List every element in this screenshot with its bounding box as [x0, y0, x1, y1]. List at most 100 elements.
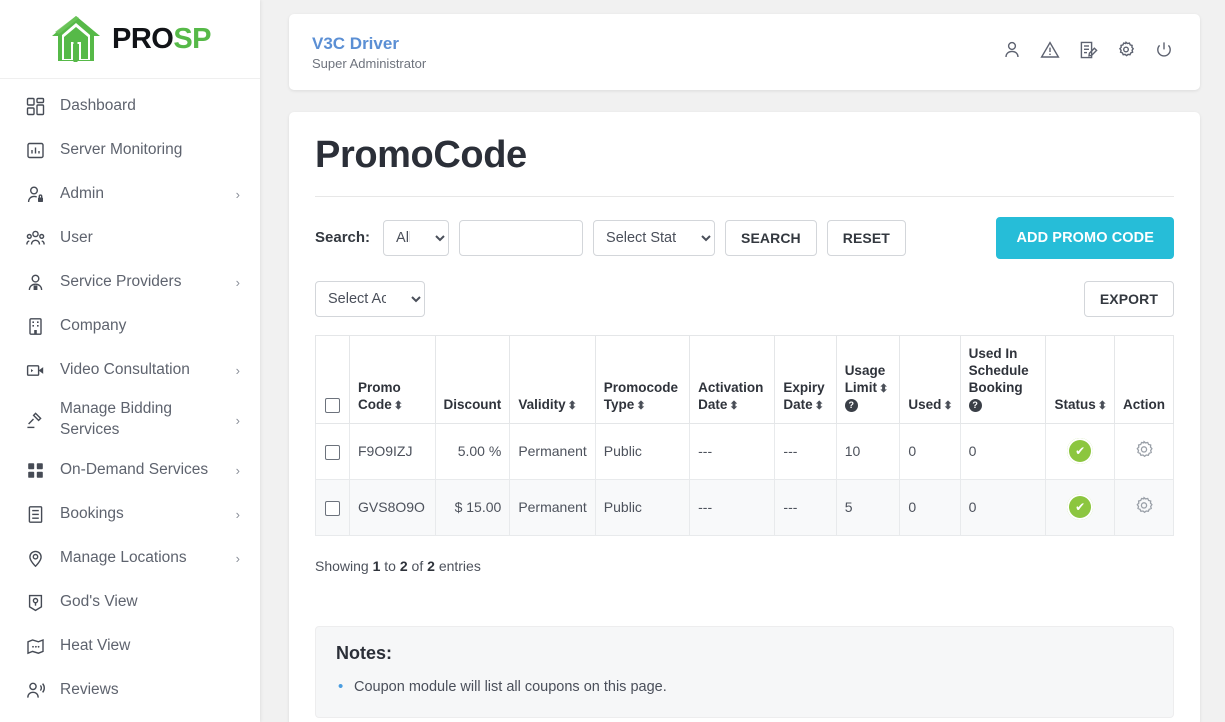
add-promo-code-button[interactable]: ADD PROMO CODE — [996, 216, 1174, 259]
page-title: PromoCode — [315, 135, 1174, 197]
sidebar-item-video-consultation[interactable]: Video Consultation › — [0, 348, 260, 392]
warning-triangle-icon[interactable] — [1040, 40, 1060, 65]
showing-suffix: entries — [438, 557, 481, 574]
col-label: Used In Schedule Booking — [968, 346, 1029, 396]
sidebar-nav: Dashboard Server Monitoring Admin › User… — [0, 79, 260, 712]
cell-validity: Permanent — [509, 478, 596, 536]
showing-to: 2 — [399, 557, 408, 574]
col-status[interactable]: Status ⬍ — [1045, 334, 1115, 424]
status-badge[interactable]: ✔ — [1067, 438, 1094, 465]
export-button[interactable]: EXPORT — [1083, 280, 1174, 317]
cell-used: 0 — [899, 478, 961, 536]
map-location-icon — [26, 593, 52, 612]
topbar-icons — [1002, 40, 1174, 65]
row-select-cell — [315, 478, 350, 536]
sidebar-item-label: Service Providers — [60, 272, 182, 290]
row-settings-gear-icon[interactable] — [1133, 495, 1155, 520]
col-expiry-date[interactable]: Expiry Date ⬍ — [774, 334, 837, 424]
cell-promo-code: F9O9IZJ — [349, 422, 436, 480]
grid-dashboard-icon — [26, 97, 52, 116]
sort-icon[interactable]: ⬍ — [392, 400, 403, 412]
showing-of-word: of — [411, 557, 424, 574]
cell-used-in-schedule-booking: 0 — [959, 478, 1047, 536]
cell-expiry-date: --- — [774, 478, 837, 536]
main-content: V3C Driver Super Administrator PromoCode… — [260, 0, 1225, 722]
col-activation-date[interactable]: Activation Date ⬍ — [689, 334, 776, 424]
edit-document-icon[interactable] — [1078, 40, 1098, 65]
help-icon[interactable]: ? — [968, 398, 982, 412]
sort-icon[interactable]: ⬍ — [1096, 400, 1107, 412]
row-checkbox[interactable] — [325, 444, 340, 460]
search-field-select[interactable]: All — [383, 219, 450, 256]
row-checkbox[interactable] — [325, 500, 340, 516]
showing-from: 1 — [372, 557, 381, 574]
action-row: Select Action EXPORT — [315, 280, 1174, 317]
search-button[interactable]: SEARCH — [725, 219, 817, 256]
sidebar-item-service-providers[interactable]: Service Providers › — [0, 260, 260, 304]
pagination-summary: Showing 1 to 2 of 2 entries — [315, 558, 1174, 574]
notes-title: Notes: — [336, 642, 393, 663]
cell-expiry-date: --- — [774, 422, 837, 480]
col-usage-limit[interactable]: Usage Limit ⬍ ? — [835, 334, 901, 424]
gavel-icon — [26, 411, 52, 430]
topbar-identity: V3C Driver Super Administrator — [312, 33, 426, 71]
cell-validity: Permanent — [509, 422, 596, 480]
sidebar-item-heat-view[interactable]: Heat View — [0, 624, 260, 668]
help-icon[interactable]: ? — [844, 398, 858, 412]
promocode-table: Promo Code ⬍ Discount Validity ⬍ Promocode… — [315, 334, 1175, 536]
cell-activation-date: --- — [689, 478, 776, 536]
cell-status: ✔ — [1045, 422, 1115, 480]
chevron-right-icon: › — [235, 186, 240, 202]
video-camera-icon — [26, 361, 52, 380]
col-action: Action — [1113, 334, 1175, 424]
select-all-checkbox[interactable] — [325, 397, 340, 413]
logo-text-pro: PRO — [111, 22, 174, 55]
cell-promocode-type: Public — [594, 422, 691, 480]
search-input[interactable] — [459, 219, 584, 256]
gear-icon[interactable] — [1116, 40, 1136, 65]
col-promo-code[interactable]: Promo Code ⬍ — [349, 334, 436, 424]
list-document-icon — [26, 505, 52, 524]
reset-button[interactable]: RESET — [826, 219, 906, 256]
sidebar-item-user[interactable]: User — [0, 216, 260, 260]
app-root: PROSP Dashboard Server Monitoring Admin … — [0, 0, 1225, 722]
col-promocode-type[interactable]: Promocode Type ⬍ — [594, 334, 691, 424]
topbar-title[interactable]: V3C Driver — [312, 33, 426, 54]
sort-icon[interactable]: ⬍ — [941, 400, 952, 412]
power-icon[interactable] — [1154, 40, 1174, 65]
logo[interactable]: PROSP — [0, 0, 260, 79]
house-icon — [49, 14, 103, 64]
status-select[interactable]: Select Status — [593, 219, 716, 256]
sidebar-item-admin[interactable]: Admin › — [0, 172, 260, 216]
col-used[interactable]: Used ⬍ — [899, 334, 961, 424]
cell-usage-limit: 5 — [835, 478, 901, 536]
check-icon: ✔ — [1071, 498, 1090, 517]
sidebar-item-server-monitoring[interactable]: Server Monitoring — [0, 128, 260, 172]
bulk-action-select[interactable]: Select Action — [315, 280, 425, 317]
sort-icon[interactable]: ⬍ — [634, 400, 645, 412]
sort-icon[interactable]: ⬍ — [813, 400, 824, 412]
cell-action — [1113, 422, 1175, 480]
chevron-right-icon: › — [235, 362, 240, 378]
topbar-subtitle: Super Administrator — [312, 56, 427, 72]
sidebar-item-gods-view[interactable]: God's View — [0, 580, 260, 624]
sidebar-item-dashboard[interactable]: Dashboard — [0, 84, 260, 128]
status-badge[interactable]: ✔ — [1067, 494, 1094, 521]
sidebar-item-label: Dashboard — [60, 96, 136, 114]
row-settings-gear-icon[interactable] — [1133, 439, 1155, 464]
sort-icon[interactable]: ⬍ — [727, 400, 738, 412]
sidebar-item-manage-bidding-services[interactable]: Manage Bidding Services › — [0, 392, 260, 448]
showing-prefix: Showing — [315, 557, 369, 574]
user-icon[interactable] — [1002, 40, 1022, 65]
sidebar-item-reviews[interactable]: Reviews — [0, 668, 260, 712]
sidebar-item-manage-locations[interactable]: Manage Locations › — [0, 536, 260, 580]
table-body: F9O9IZJ 5.00 % Permanent Public --- --- … — [315, 422, 1175, 536]
col-validity[interactable]: Validity ⬍ — [509, 334, 596, 424]
sidebar-item-bookings[interactable]: Bookings › — [0, 492, 260, 536]
sidebar-item-company[interactable]: Company — [0, 304, 260, 348]
sort-icon[interactable]: ⬍ — [566, 400, 577, 412]
sort-icon[interactable]: ⬍ — [877, 383, 888, 395]
col-label: Validity — [518, 397, 566, 413]
sidebar-item-label: Admin — [60, 184, 104, 202]
sidebar-item-on-demand-services[interactable]: On-Demand Services › — [0, 448, 260, 492]
